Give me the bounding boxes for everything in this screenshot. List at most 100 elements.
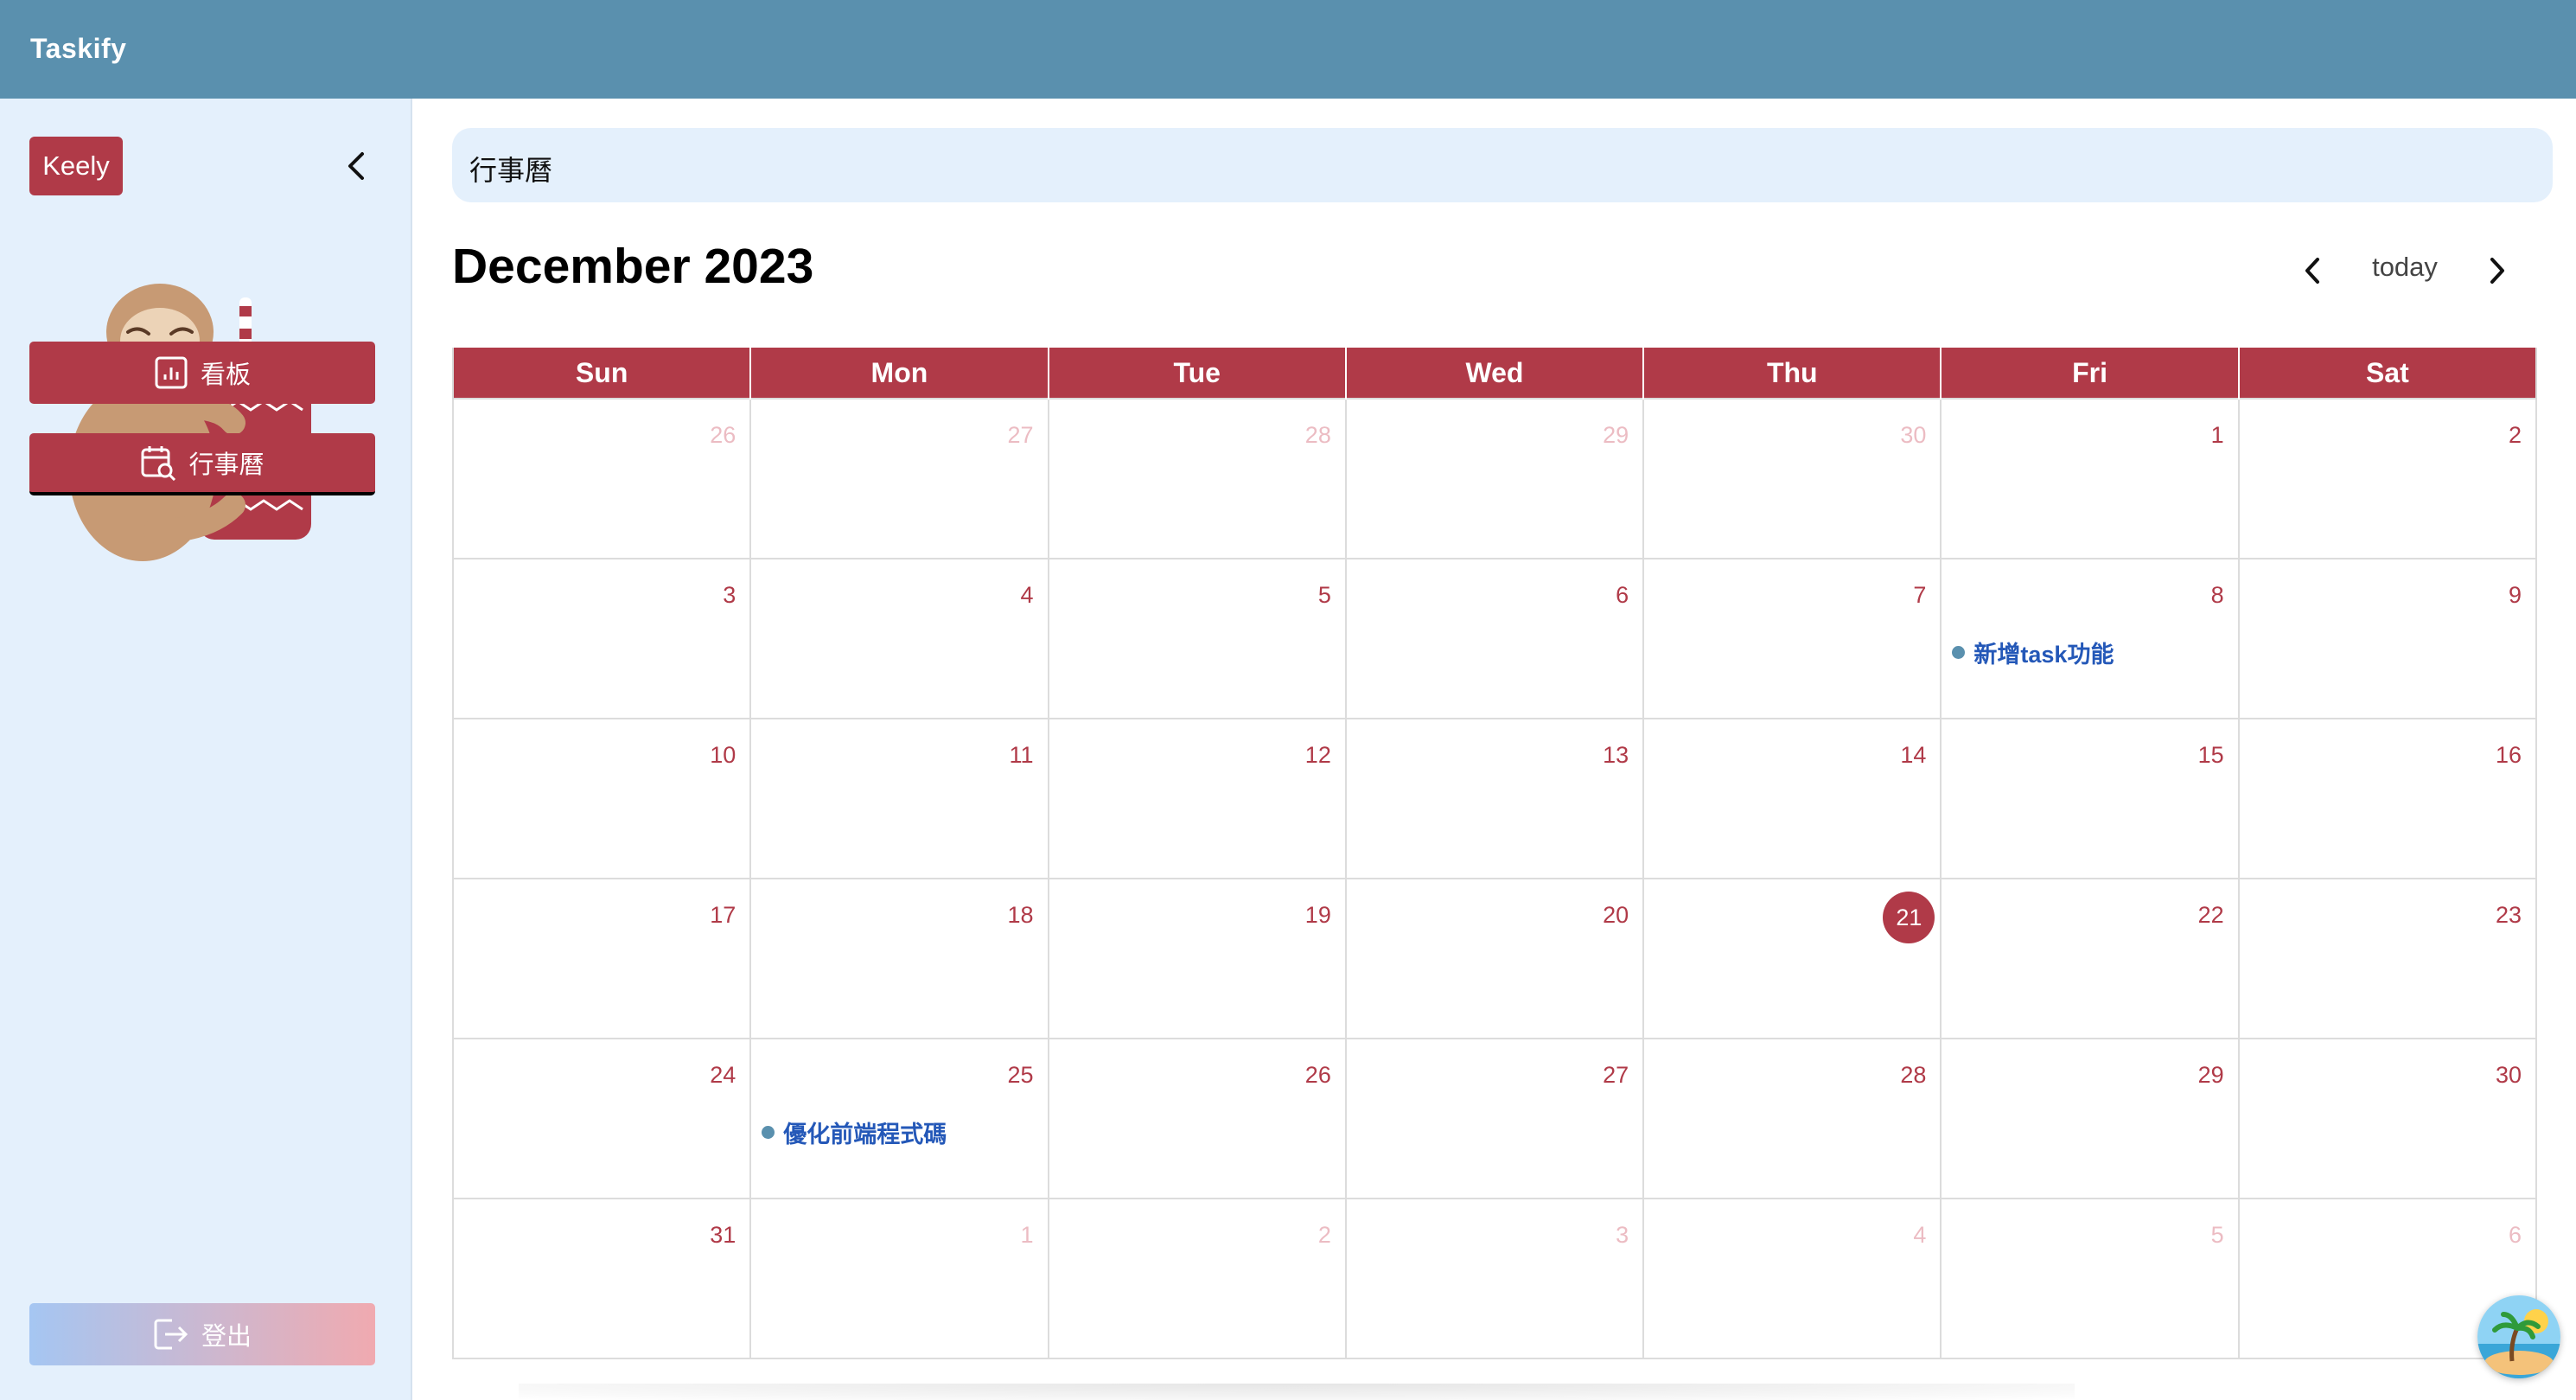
calendar-day-cell[interactable]: 25 優化前端程式碼	[749, 1038, 1049, 1199]
next-month-button[interactable]	[2477, 251, 2517, 291]
day-number[interactable]: 11	[1010, 742, 1034, 769]
calendar-day-cell[interactable]: 30	[2237, 1038, 2538, 1199]
today-date-number[interactable]: 21	[1883, 892, 1935, 943]
day-number[interactable]: 10	[710, 742, 736, 769]
calendar-day-cell[interactable]: 14	[1642, 718, 1942, 879]
calendar-day-cell[interactable]: 1	[749, 1198, 1049, 1359]
calendar-day-cell[interactable]: 27	[1344, 1038, 1645, 1199]
calendar-day-cell[interactable]: 17	[451, 878, 752, 1039]
day-number[interactable]: 25	[1008, 1062, 1034, 1089]
day-number[interactable]: 2	[1318, 1222, 1331, 1249]
day-number[interactable]: 1	[1021, 1222, 1034, 1249]
calendar-day-cell[interactable]: 16	[2237, 718, 2538, 879]
calendar-day-cell[interactable]: 2	[2237, 398, 2538, 559]
day-number[interactable]: 15	[2198, 742, 2224, 769]
calendar-day-cell[interactable]: 20	[1344, 878, 1645, 1039]
weekday-header-sun: Sun	[451, 348, 752, 399]
day-number[interactable]: 7	[1913, 582, 1926, 609]
day-number[interactable]: 14	[1900, 742, 1926, 769]
calendar-day-cell[interactable]: 4	[749, 558, 1049, 719]
calendar-day-cell[interactable]: 2	[1047, 1198, 1347, 1359]
day-number[interactable]: 26	[710, 422, 736, 449]
day-number[interactable]: 28	[1900, 1062, 1926, 1089]
calendar-day-cell[interactable]: 7	[1642, 558, 1942, 719]
day-number[interactable]: 12	[1305, 742, 1331, 769]
calendar-day-cell[interactable]: 5	[1047, 558, 1347, 719]
calendar-day-cell[interactable]: 29	[1344, 398, 1645, 559]
day-number[interactable]: 18	[1008, 902, 1034, 929]
sidebar: Keely 看板 行事曆 登出	[0, 99, 412, 1400]
calendar-day-cell[interactable]: 19	[1047, 878, 1347, 1039]
day-number[interactable]: 6	[2509, 1222, 2522, 1249]
day-number[interactable]: 19	[1305, 902, 1331, 929]
day-number[interactable]: 30	[1900, 422, 1926, 449]
day-number[interactable]: 27	[1008, 422, 1034, 449]
calendar-day-cell[interactable]: 11	[749, 718, 1049, 879]
day-number[interactable]: 4	[1021, 582, 1034, 609]
calendar-day-cell[interactable]: 29	[1940, 1038, 2240, 1199]
logout-icon	[154, 1319, 188, 1350]
day-number[interactable]: 26	[1305, 1062, 1331, 1089]
user-name-badge[interactable]: Keely	[29, 137, 123, 195]
day-number[interactable]: 6	[1616, 582, 1629, 609]
calendar-day-cell[interactable]: 4	[1642, 1198, 1942, 1359]
calendar-day-cell[interactable]: 28	[1642, 1038, 1942, 1199]
today-button[interactable]: today	[2353, 252, 2457, 290]
nav-calendar-label: 行事曆	[188, 451, 265, 479]
calendar-event[interactable]: 優化前端程式碼	[762, 1116, 947, 1149]
calendar-event[interactable]: 新增task功能	[1952, 636, 2114, 669]
day-number[interactable]: 29	[2198, 1062, 2224, 1089]
calendar-day-cell[interactable]: 28	[1047, 398, 1347, 559]
day-number[interactable]: 13	[1603, 742, 1629, 769]
day-number[interactable]: 16	[2496, 742, 2522, 769]
day-number[interactable]: 20	[1603, 902, 1629, 929]
calendar-day-cell[interactable]: 24	[451, 1038, 752, 1199]
calendar-day-cell[interactable]: 9	[2237, 558, 2538, 719]
calendar-day-cell[interactable]: 6	[1344, 558, 1645, 719]
day-number[interactable]: 24	[710, 1062, 736, 1089]
day-number[interactable]: 22	[2198, 902, 2224, 929]
nav-calendar-button[interactable]: 行事曆	[29, 433, 375, 495]
day-number[interactable]: 28	[1305, 422, 1331, 449]
day-number[interactable]: 17	[710, 902, 736, 929]
day-number[interactable]: 1	[2211, 422, 2224, 449]
day-number[interactable]: 2	[2509, 422, 2522, 449]
calendar-day-cell[interactable]: 18	[749, 878, 1049, 1039]
calendar-day-cell[interactable]: 5	[1940, 1198, 2240, 1359]
day-number[interactable]: 9	[2509, 582, 2522, 609]
calendar-day-cell[interactable]: 12	[1047, 718, 1347, 879]
logout-button[interactable]: 登出	[29, 1303, 375, 1365]
calendar-day-cell[interactable]: 26	[451, 398, 752, 559]
day-number[interactable]: 4	[1913, 1222, 1926, 1249]
day-number[interactable]: 23	[2496, 902, 2522, 929]
calendar-day-cell[interactable]: 26	[1047, 1038, 1347, 1199]
calendar-day-cell[interactable]: 3	[451, 558, 752, 719]
day-number[interactable]: 5	[1318, 582, 1331, 609]
calendar-day-cell[interactable]: 27	[749, 398, 1049, 559]
calendar-day-cell[interactable]: 15	[1940, 718, 2240, 879]
day-number[interactable]: 27	[1603, 1062, 1629, 1089]
calendar-day-cell[interactable]: 23	[2237, 878, 2538, 1039]
nav-board-button[interactable]: 看板	[29, 342, 375, 404]
calendar-day-cell[interactable]: 30	[1642, 398, 1942, 559]
calendar-day-cell[interactable]: 3	[1344, 1198, 1645, 1359]
day-number[interactable]: 3	[723, 582, 736, 609]
calendar-day-cell[interactable]: 1	[1940, 398, 2240, 559]
day-number[interactable]: 8	[2211, 582, 2224, 609]
calendar-day-cell[interactable]: 8 新增task功能	[1940, 558, 2240, 719]
calendar-day-cell[interactable]: 10	[451, 718, 752, 879]
calendar-day-cell[interactable]: 13	[1344, 718, 1645, 879]
day-number[interactable]: 5	[2211, 1222, 2224, 1249]
prev-month-button[interactable]	[2292, 251, 2332, 291]
day-number[interactable]: 30	[2496, 1062, 2522, 1089]
calendar-day-cell[interactable]: 31	[451, 1198, 752, 1359]
day-number[interactable]: 31	[710, 1222, 736, 1249]
day-number[interactable]: 3	[1616, 1222, 1629, 1249]
calendar-day-cell[interactable]: 21	[1642, 878, 1942, 1039]
collapse-sidebar-button[interactable]	[337, 147, 375, 185]
floating-beach-avatar-button[interactable]	[2477, 1295, 2560, 1378]
calendar-day-cell[interactable]: 22	[1940, 878, 2240, 1039]
logout-label: 登出	[201, 1323, 252, 1351]
day-number[interactable]: 29	[1603, 422, 1629, 449]
weekday-header-mon: Mon	[749, 348, 1049, 399]
